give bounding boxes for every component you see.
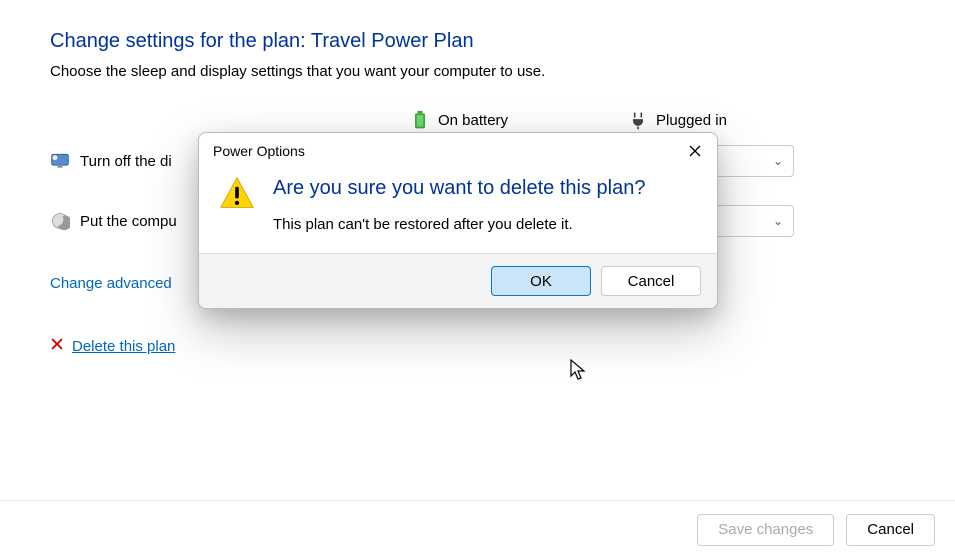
cursor-pointer-icon [569,358,589,386]
warning-icon [219,175,255,233]
columns-header: On battery Plugged in [410,110,905,130]
dialog-body-text: This plan can't be restored after you de… [273,216,645,233]
setting-sleep-label: Put the compu [80,213,177,230]
column-plugged-in-label: Plugged in [656,112,727,129]
plug-icon [628,110,648,130]
monitor-icon [50,151,70,171]
chevron-down-icon: ⌄ [773,154,783,168]
footer-action-bar: Save changes Cancel [0,500,955,558]
dialog-cancel-button[interactable]: Cancel [601,266,701,296]
dialog-ok-button[interactable]: OK [491,266,591,296]
dialog-heading: Are you sure you want to delete this pla… [273,175,645,202]
confirm-delete-dialog: Power Options Are you sure you want to d… [198,132,718,309]
delete-x-icon [50,337,64,355]
column-on-battery: On battery [410,110,508,130]
cancel-button[interactable]: Cancel [846,514,935,546]
column-plugged-in: Plugged in [628,110,727,130]
chevron-down-icon: ⌄ [773,214,783,228]
dialog-footer: OK Cancel [199,253,717,308]
setting-display-label: Turn off the di [80,153,172,170]
page-subtitle: Choose the sleep and display settings th… [50,63,905,80]
close-icon[interactable] [685,141,705,161]
dialog-title: Power Options [213,143,305,159]
delete-plan-link[interactable]: Delete this plan [50,337,175,355]
save-changes-button[interactable]: Save changes [697,514,834,546]
moon-icon [50,211,70,231]
battery-icon [410,110,430,130]
column-on-battery-label: On battery [438,112,508,129]
delete-plan-label: Delete this plan [72,338,175,355]
change-advanced-link[interactable]: Change advanced [50,275,172,292]
dialog-titlebar: Power Options [199,133,717,167]
page-title: Change settings for the plan: Travel Pow… [50,30,905,53]
